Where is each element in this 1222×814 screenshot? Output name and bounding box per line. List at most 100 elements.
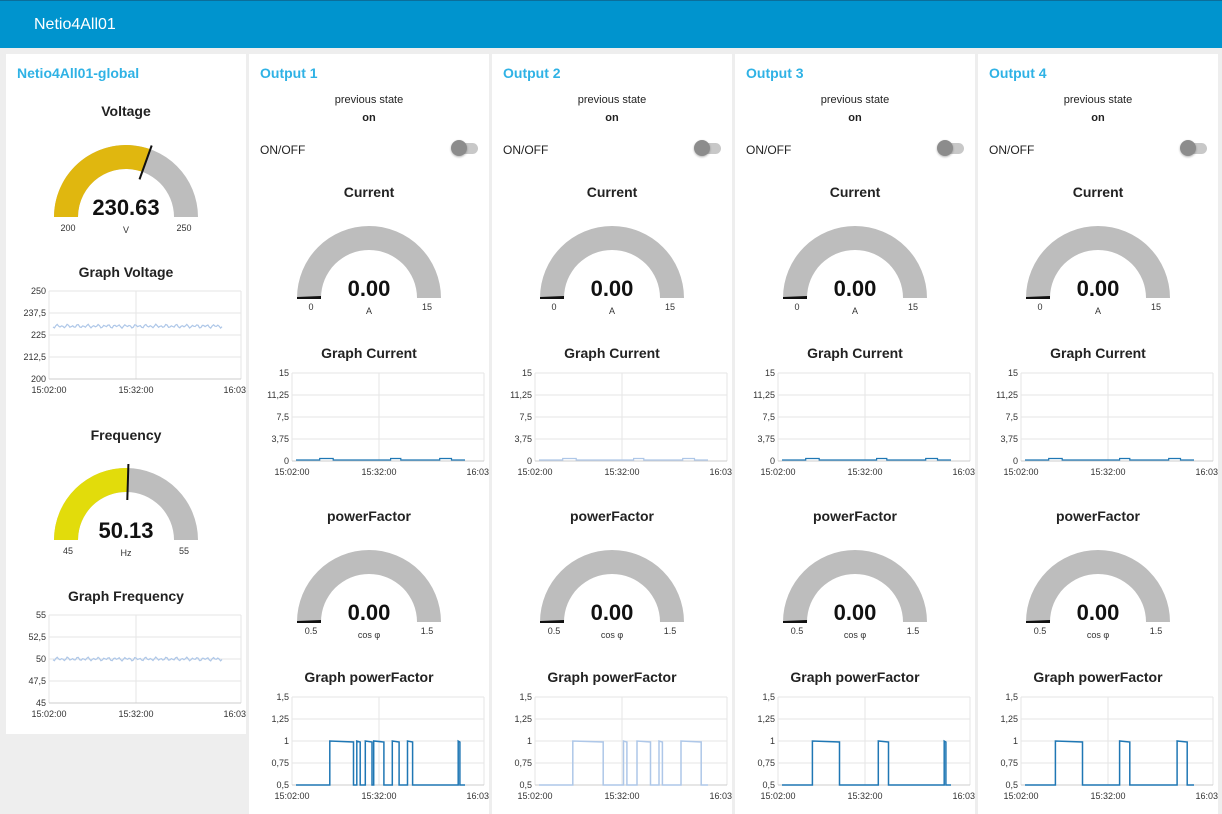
powerfactor-gauge-label: powerFactor (326, 508, 411, 524)
onoff-switch-knob[interactable] (451, 140, 467, 156)
frequency-gauge-min: 45 (63, 546, 73, 556)
y-tick-label: 1,25 (757, 714, 775, 724)
onoff-label: ON/OFF (260, 143, 306, 157)
previous-state-value: on (605, 112, 619, 124)
group-output-2: Output 2 previous state on ON/OFF Curren… (492, 54, 732, 814)
frequency-gauge: 50.13 Hz 45 55 (53, 463, 198, 558)
onoff-switch-knob[interactable] (937, 140, 953, 156)
current-gauge-unit: A (609, 306, 615, 316)
current-gauge-label: Current (829, 184, 881, 200)
y-tick-label: 1,5 (1005, 692, 1018, 702)
y-tick-label: 15 (522, 368, 532, 378)
graph-voltage: 250 237,5 225 212,5 20015:02:00 15:32:00 16:03… (23, 286, 246, 395)
x-tick-label: 15:02:00 (274, 467, 309, 477)
graph-current: 15 11,25 7,5 3,75 015:02:00 15:32:00 16:03:00 (510, 368, 732, 477)
powerfactor-gauge-unit: cos φ (844, 630, 867, 640)
y-tick-label: 0,75 (757, 758, 775, 768)
y-tick-label: 1 (284, 736, 289, 746)
onoff-switch[interactable] (1180, 140, 1207, 156)
top-bar: Netio4All01 (0, 0, 1222, 48)
powerfactor-gauge: 0.00 cos φ 0.5 1.5 (540, 550, 684, 640)
y-tick-label: 3,75 (514, 434, 532, 444)
y-tick-label: 52,5 (28, 632, 46, 642)
y-tick-label: 0,75 (514, 758, 532, 768)
graph-current: 15 11,25 7,5 3,75 015:02:00 15:32:00 16:03:00 (753, 368, 975, 477)
y-tick-label: 1 (770, 736, 775, 746)
x-tick-label: 15:32:00 (361, 791, 396, 801)
x-tick-label: 15:32:00 (361, 467, 396, 477)
group-output-4: Output 4 previous state on ON/OFF Curren… (978, 54, 1218, 814)
current-gauge-unit: A (366, 306, 372, 316)
powerfactor-gauge-max: 1.5 (421, 626, 434, 636)
x-tick-label: 15:32:00 (847, 791, 882, 801)
y-tick-label: 15 (279, 368, 289, 378)
powerfactor-gauge-max: 1.5 (664, 626, 677, 636)
y-tick-label: 0 (284, 456, 289, 466)
y-tick-label: 15 (765, 368, 775, 378)
graph-current: 15 11,25 7,5 3,75 015:02:00 15:32:00 16:03:00 (267, 368, 489, 477)
powerfactor-gauge: 0.00 cos φ 0.5 1.5 (783, 550, 927, 640)
y-tick-label: 0,5 (1005, 780, 1018, 790)
x-tick-label: 15:32:00 (847, 467, 882, 477)
x-tick-label: 16:03:00 (952, 791, 975, 801)
onoff-switch-knob[interactable] (694, 140, 710, 156)
current-gauge-value: 0.00 (834, 276, 877, 301)
x-tick-label: 16:03:00 (709, 467, 732, 477)
y-tick-label: 0,5 (276, 780, 289, 790)
current-gauge-value: 0.00 (1077, 276, 1120, 301)
current-gauge-unit: A (852, 306, 858, 316)
y-tick-label: 11,25 (267, 390, 289, 400)
y-tick-label: 45 (36, 698, 46, 708)
current-gauge-min: 0 (794, 302, 799, 312)
current-gauge-label: Current (343, 184, 395, 200)
x-tick-label: 16:03:00 (223, 385, 246, 395)
current-gauge-min: 0 (551, 302, 556, 312)
y-tick-label: 212,5 (23, 352, 46, 362)
powerfactor-gauge-min: 0.5 (1034, 626, 1047, 636)
group-global: Netio4All01-global Voltage 230.63 V 200 … (6, 54, 246, 734)
onoff-switch-knob[interactable] (1180, 140, 1196, 156)
onoff-switch[interactable] (451, 140, 478, 156)
previous-state-value: on (848, 112, 862, 124)
y-tick-label: 0,75 (1000, 758, 1018, 768)
powerfactor-gauge-label: powerFactor (569, 508, 654, 524)
y-tick-label: 1,5 (276, 692, 289, 702)
powerfactor-gauge-unit: cos φ (358, 630, 381, 640)
powerfactor-gauge: 0.00 cos φ 0.5 1.5 (297, 550, 441, 640)
x-tick-label: 16:03:00 (466, 791, 489, 801)
current-gauge: 0.00 A 0 15 (1026, 226, 1170, 316)
y-tick-label: 250 (31, 286, 46, 296)
graph-powerfactor-label: Graph powerFactor (304, 669, 434, 685)
x-tick-label: 16:03:00 (1195, 791, 1218, 801)
graph-current-label: Graph Current (321, 345, 417, 361)
current-gauge-min: 0 (1037, 302, 1042, 312)
group-title: Netio4All01-global (17, 65, 140, 81)
y-tick-label: 55 (36, 610, 46, 620)
powerfactor-gauge-value: 0.00 (348, 600, 391, 625)
powerfactor-gauge-unit: cos φ (1087, 630, 1110, 640)
voltage-gauge-min: 200 (60, 223, 75, 233)
y-tick-label: 3,75 (271, 434, 289, 444)
powerfactor-gauge-max: 1.5 (1150, 626, 1163, 636)
graph-powerfactor-label: Graph powerFactor (790, 669, 920, 685)
graph-current-label: Graph Current (1050, 345, 1146, 361)
series-line (782, 457, 951, 461)
graph-powerfactor: 1,5 1,25 1 0,75 0,515:02:00 15:32:00 16:03:00 (757, 692, 975, 801)
x-tick-label: 15:02:00 (760, 467, 795, 477)
onoff-label: ON/OFF (989, 143, 1035, 157)
current-gauge-value: 0.00 (591, 276, 634, 301)
series-line (52, 323, 223, 330)
graph-powerfactor-label: Graph powerFactor (547, 669, 677, 685)
y-tick-label: 7,5 (762, 412, 775, 422)
x-tick-label: 16:03:00 (1195, 467, 1218, 477)
group-output-3: Output 3 previous state on ON/OFF Curren… (735, 54, 975, 814)
current-gauge-max: 15 (908, 302, 918, 312)
onoff-switch[interactable] (937, 140, 964, 156)
current-gauge-max: 15 (665, 302, 675, 312)
frequency-gauge-label: Frequency (90, 427, 162, 443)
y-tick-label: 50 (36, 654, 46, 664)
onoff-switch[interactable] (694, 140, 721, 156)
y-tick-label: 1,5 (519, 692, 532, 702)
previous-state-label: previous state (577, 94, 647, 106)
x-tick-label: 15:32:00 (118, 385, 153, 395)
